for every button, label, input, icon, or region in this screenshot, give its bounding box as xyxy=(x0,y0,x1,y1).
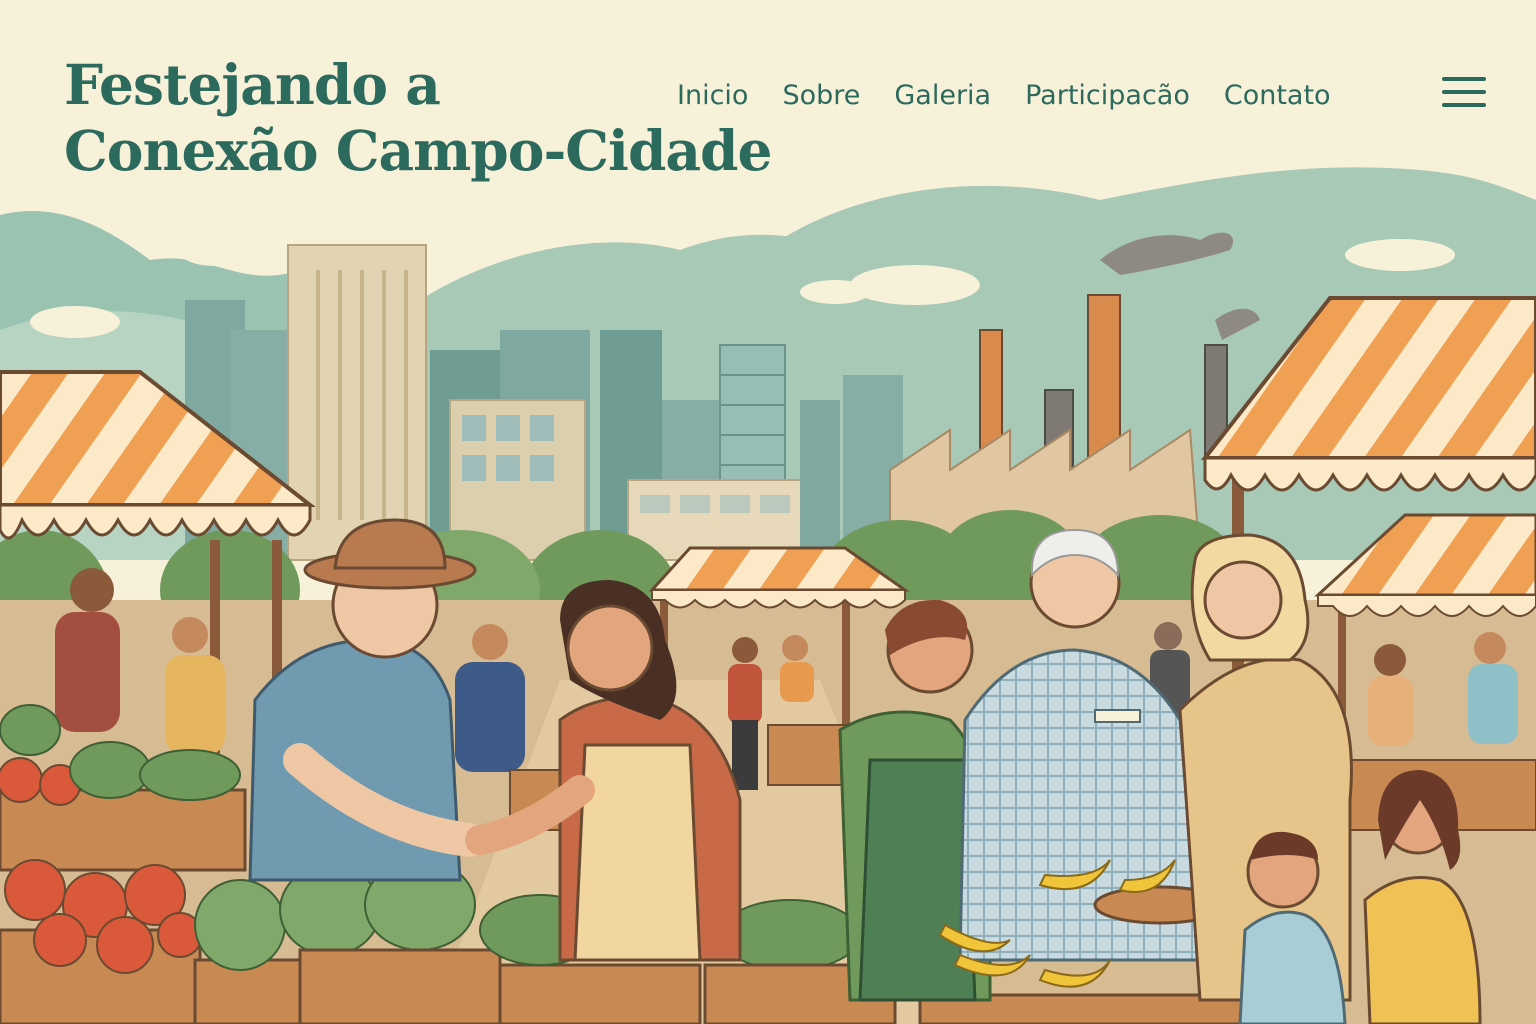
site-header: Festejando a Conexão Campo-Cidade Inicio… xyxy=(0,0,1536,200)
nav-link-inicio[interactable]: Inicio xyxy=(660,76,765,116)
nav-link-sobre[interactable]: Sobre xyxy=(765,76,877,116)
hamburger-menu-button[interactable] xyxy=(1436,70,1492,114)
page-title-line-2: Conexão Campo-Cidade xyxy=(64,118,773,183)
nav-link-participacao[interactable]: Participacão xyxy=(1008,76,1207,116)
nav-link-contato[interactable]: Contato xyxy=(1207,76,1348,116)
main-nav: Inicio Sobre Galeria Participacão Contat… xyxy=(660,76,1348,116)
nav-link-galeria[interactable]: Galeria xyxy=(877,76,1008,116)
page-title: Festejando a Conexão Campo-Cidade xyxy=(64,52,824,184)
hamburger-menu-icon-bar xyxy=(1442,103,1486,107)
hamburger-menu-icon-bar xyxy=(1442,90,1486,94)
hamburger-menu-icon xyxy=(1442,77,1486,81)
